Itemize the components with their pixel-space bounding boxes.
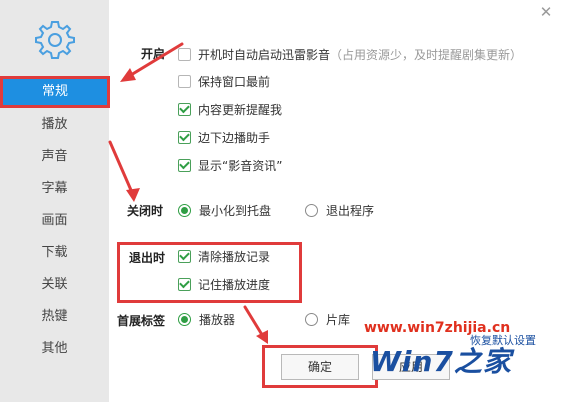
arrow-to-ok bbox=[243, 305, 266, 340]
annotation-arrows bbox=[108, 42, 268, 344]
arrow-to-close-section bbox=[108, 140, 136, 199]
arrowhead-close bbox=[126, 188, 140, 202]
arrow-to-general bbox=[124, 42, 184, 80]
